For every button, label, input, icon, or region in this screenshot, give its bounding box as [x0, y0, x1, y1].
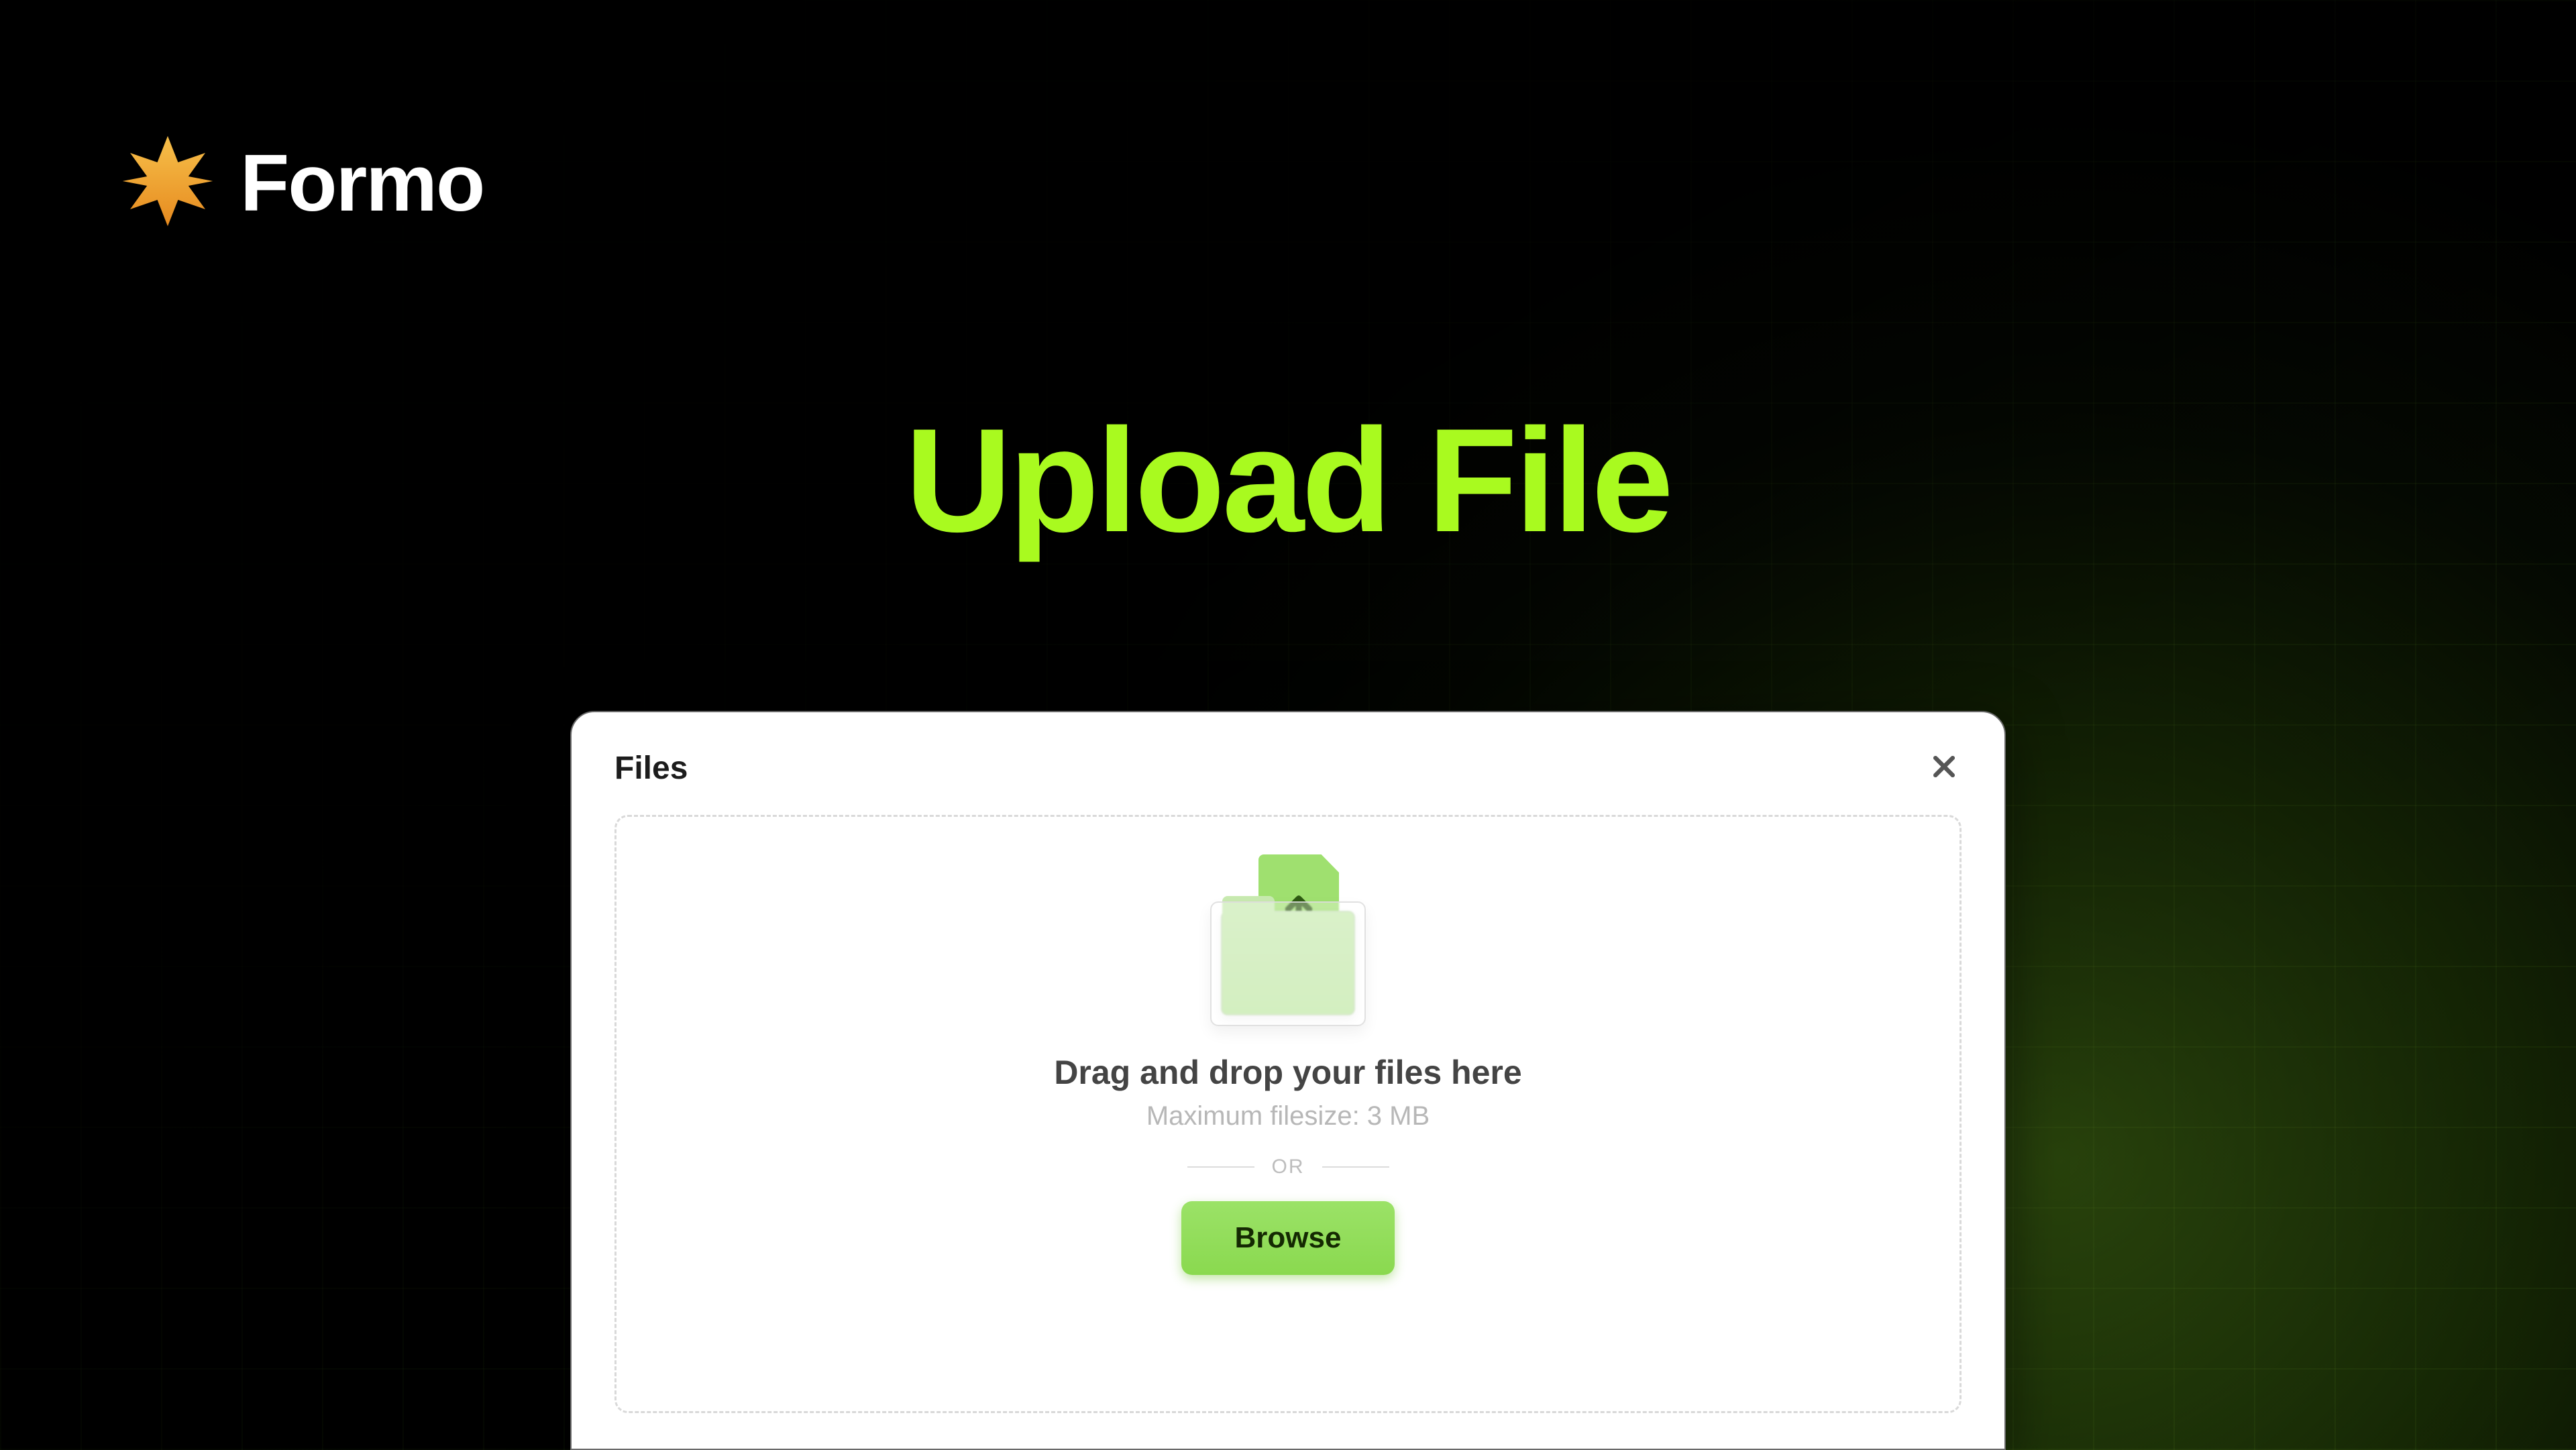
file-dropzone[interactable]: Drag and drop your files here Maximum fi…: [614, 815, 1962, 1413]
dropzone-heading: Drag and drop your files here: [1054, 1053, 1521, 1092]
separator: OR: [1187, 1156, 1389, 1178]
browse-button[interactable]: Browse: [1181, 1201, 1395, 1275]
card-title: Files: [614, 750, 688, 787]
upload-file-card: Files Drag and drop your files here Maxi…: [570, 711, 2006, 1450]
upload-folder-icon: [1201, 854, 1375, 1029]
brand-name: Formo: [240, 137, 484, 229]
close-icon: [1929, 752, 1959, 785]
separator-text: OR: [1272, 1156, 1305, 1178]
starburst-icon: [121, 134, 215, 231]
brand-logo: Formo: [121, 134, 484, 231]
page-title: Upload File: [0, 396, 2576, 565]
close-button[interactable]: [1927, 751, 1962, 786]
dropzone-subheading: Maximum filesize: 3 MB: [1146, 1101, 1430, 1131]
